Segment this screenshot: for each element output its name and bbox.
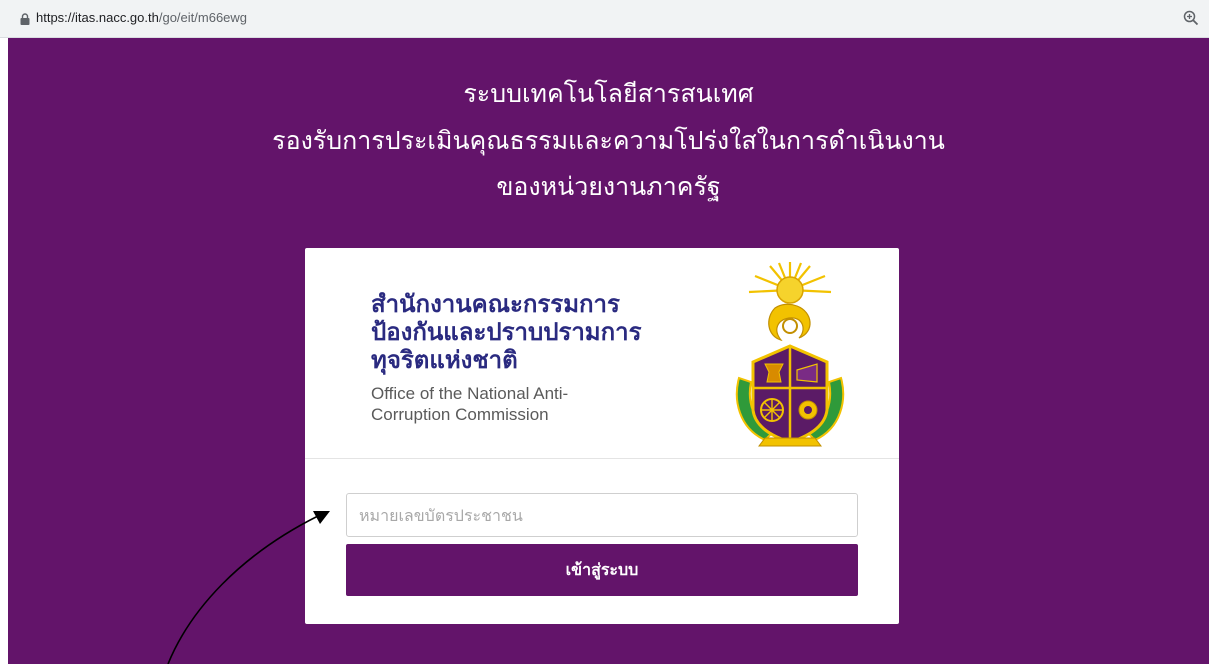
login-card: สำนักงานคณะกรรมการ ป้องกันและปราบปรามการ… bbox=[305, 248, 899, 624]
zoom-icon[interactable] bbox=[1183, 10, 1199, 26]
login-button[interactable]: เข้าสู่ระบบ bbox=[346, 544, 858, 596]
lock-icon bbox=[20, 13, 30, 25]
url-text[interactable]: https://itas.nacc.go.th/go/eit/m66ewg bbox=[36, 10, 247, 25]
browser-address-bar[interactable]: https://itas.nacc.go.th/go/eit/m66ewg bbox=[0, 0, 1209, 38]
nacc-emblem-icon bbox=[735, 262, 845, 447]
url-host: https://itas.nacc.go.th bbox=[36, 10, 159, 25]
url-path: /go/eit/m66ewg bbox=[158, 10, 248, 25]
org-name-th-line-1: สำนักงานคณะกรรมการ bbox=[371, 290, 620, 318]
org-name-th-line-2: ป้องกันและปราบปรามการ bbox=[371, 318, 642, 346]
page-title-line-3: ของหน่วยงานภาครัฐ bbox=[496, 172, 721, 201]
org-name-th-line-3: ทุจริตแห่งชาติ bbox=[371, 346, 518, 374]
page-title-line-1: ระบบเทคโนโลยีสารสนเทศ bbox=[463, 79, 754, 108]
page-title-line-2: รองรับการประเมินคุณธรรมและความโปร่งใสในก… bbox=[272, 126, 945, 155]
card-header: สำนักงานคณะกรรมการ ป้องกันและปราบปรามการ… bbox=[305, 248, 899, 459]
org-name-en-line-2: Corruption Commission bbox=[371, 405, 549, 424]
page-background: ระบบเทคโนโลยีสารสนเทศ รองรับการประเมินคุ… bbox=[8, 38, 1209, 664]
national-id-input[interactable] bbox=[346, 493, 858, 537]
org-name-en-line-1: Office of the National Anti- bbox=[371, 384, 569, 403]
